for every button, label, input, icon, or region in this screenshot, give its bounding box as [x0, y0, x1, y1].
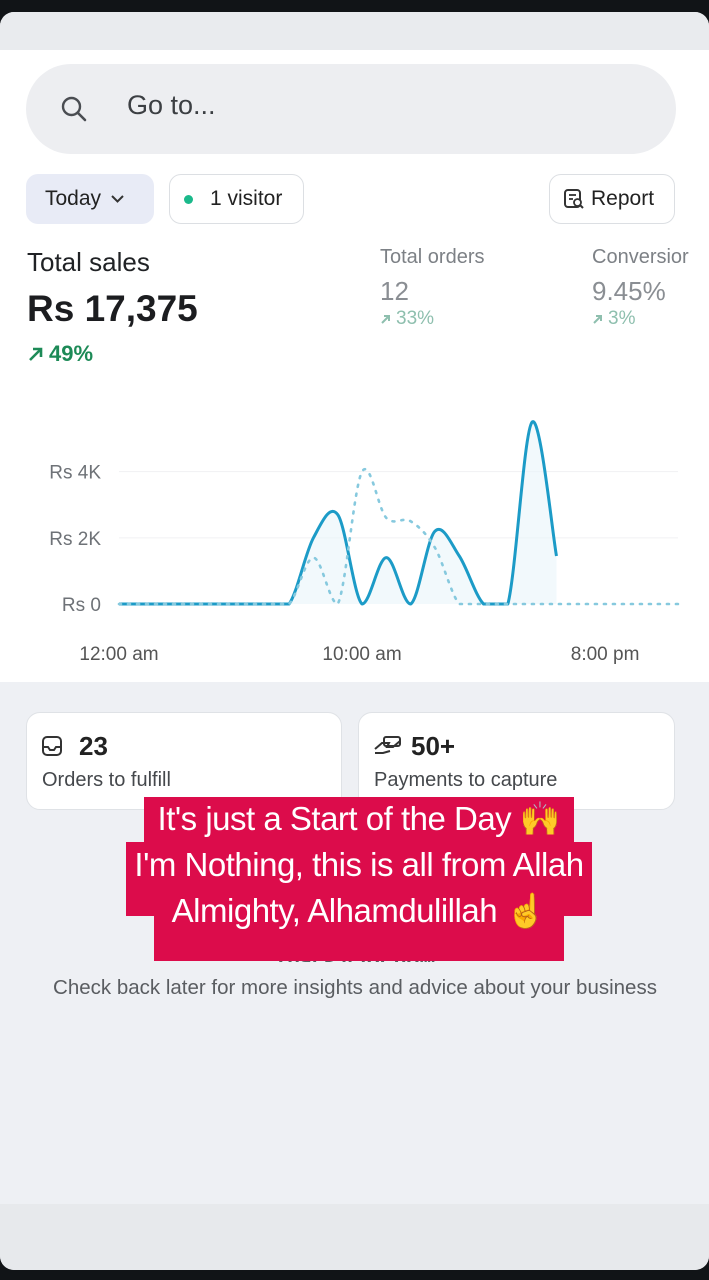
arrow-up-right-icon	[593, 315, 602, 324]
conversion-delta: 3%	[592, 308, 635, 330]
conversion-value: 9.45%	[592, 276, 666, 306]
app-frame: Go to... Today 1 visitor Report Total sa…	[0, 12, 709, 1270]
period-label: Today	[45, 187, 102, 210]
search-bar[interactable]: Go to...	[26, 64, 676, 154]
payment-hand-icon	[374, 736, 401, 754]
visitor-count: 1 visitor	[210, 187, 283, 210]
caption-text: It's just a Start of the Day 🙌 I'm Nothi…	[126, 796, 592, 934]
bottom-bar	[0, 1204, 709, 1270]
total-sales-label: Total sales	[27, 247, 150, 277]
x-tick-label: 10:00 am	[322, 644, 401, 665]
arrow-up-right-icon	[381, 315, 390, 324]
search-input[interactable]: Go to...	[127, 90, 216, 121]
y-tick-label: Rs 4K	[49, 463, 101, 484]
y-tick-label: Rs 0	[62, 595, 101, 616]
total-sales-delta: 49%	[27, 341, 93, 367]
total-sales-value: Rs 17,375	[27, 288, 198, 329]
x-tick-label: 8:00 pm	[571, 644, 640, 665]
live-dot-icon	[184, 194, 193, 204]
conversion-label: Conversior	[592, 246, 689, 268]
arrow-up-right-icon	[29, 347, 43, 361]
x-tick-label: 12:00 am	[79, 644, 158, 665]
total-orders-value: 12	[380, 276, 409, 306]
visitor-badge[interactable]: 1 visitor	[169, 174, 304, 224]
report-button[interactable]: Report	[549, 174, 675, 224]
total-sales-delta-value: 49%	[49, 341, 94, 366]
sales-chart: Rs 4K Rs 2K Rs 0 12:00 am 10:00 am 8:00 pm	[49, 420, 680, 665]
payments-to-capture-count: 50+	[411, 731, 456, 761]
total-orders-delta-value: 33%	[396, 308, 435, 329]
report-icon	[564, 189, 584, 209]
caption-line-2: I'm Nothing, this is all from Allah	[134, 846, 584, 883]
period-dropdown[interactable]: Today	[26, 174, 154, 224]
insights-text: Check back later for more insights and a…	[53, 976, 657, 999]
conversion-delta-value: 3%	[608, 308, 636, 329]
top-bar	[0, 12, 709, 50]
total-orders-label: Total orders	[380, 246, 485, 268]
chevron-down-icon	[111, 195, 124, 203]
total-orders-delta: 33%	[380, 308, 434, 330]
orders-to-fulfill-label: Orders to fulfill	[42, 769, 171, 791]
caption-line-1: It's just a Start of the Day 🙌	[157, 800, 561, 837]
payments-to-capture-label: Payments to capture	[374, 769, 558, 791]
report-label: Report	[591, 187, 655, 210]
caption-line-3: Almighty, Alhamdulillah ☝️	[171, 892, 547, 929]
inbox-icon	[42, 736, 62, 756]
search-icon	[61, 96, 87, 122]
orders-to-fulfill-count: 23	[79, 731, 108, 761]
y-tick-label: Rs 2K	[49, 529, 101, 550]
story-caption-overlay: It's just a Start of the Day 🙌 I'm Nothi…	[126, 796, 592, 962]
